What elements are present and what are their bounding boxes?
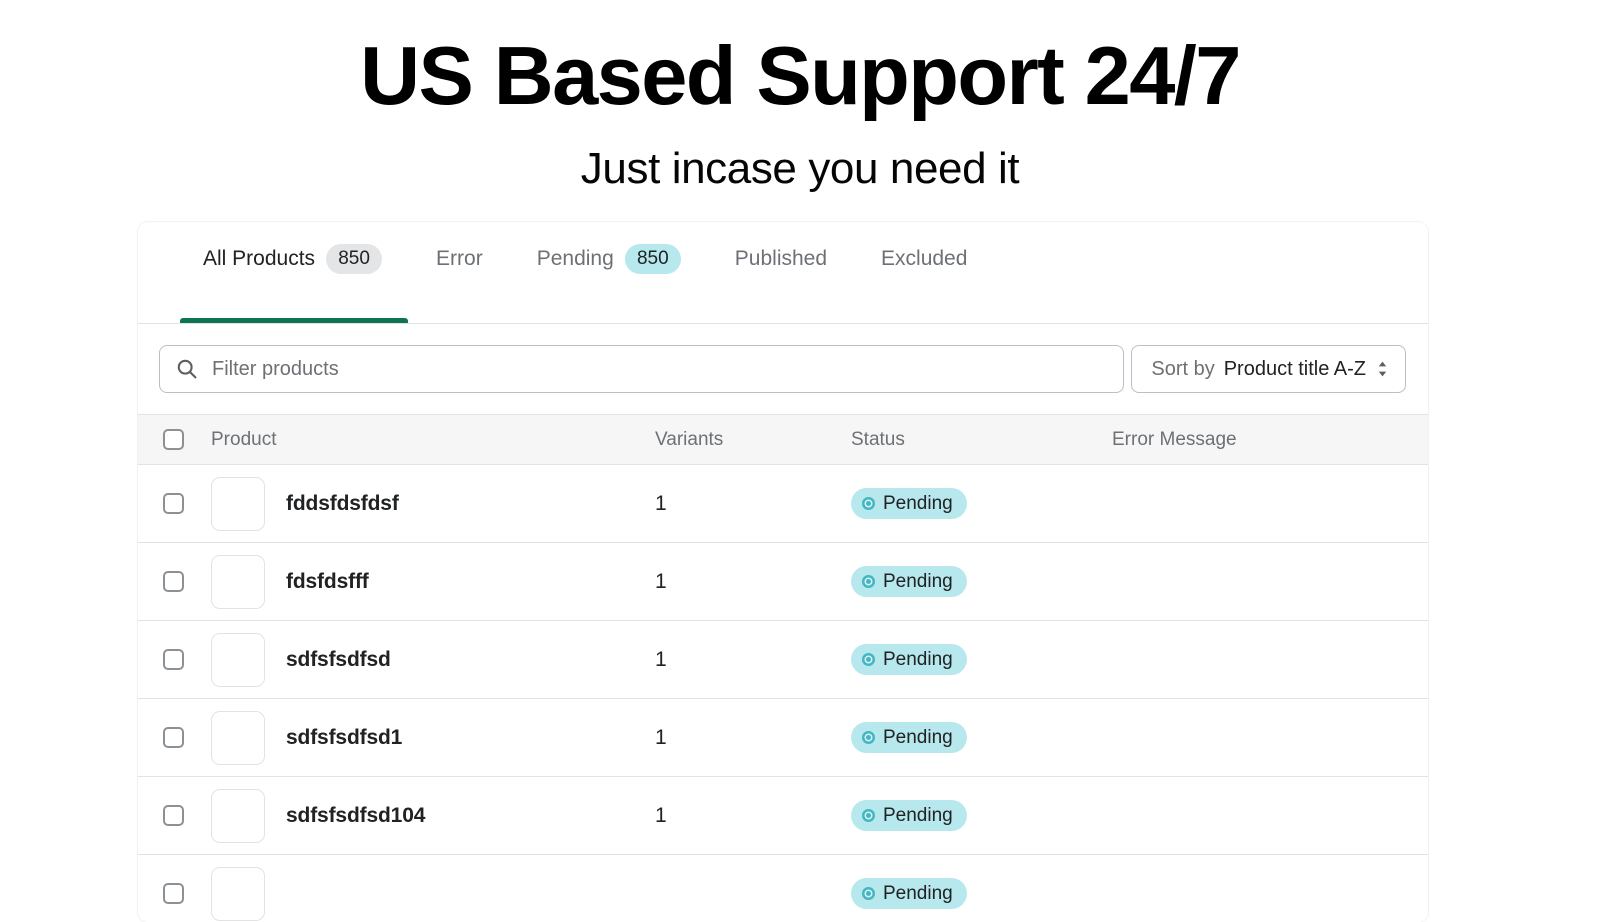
select-all-cell: [138, 429, 211, 450]
product-name: fdsfdsfff: [286, 569, 369, 593]
row-select-cell: [138, 493, 211, 514]
status-badge: Pending: [851, 488, 967, 519]
column-header-product: Product: [211, 428, 277, 450]
status-badge: Pending: [851, 566, 967, 597]
tab-pending[interactable]: Pending 850: [510, 222, 708, 323]
row-checkbox[interactable]: [163, 571, 184, 592]
tab-excluded-label: Excluded: [881, 246, 968, 270]
product-thumbnail: [211, 866, 265, 921]
status-label: Pending: [883, 648, 953, 670]
table-row[interactable]: sdfsfsdfsd1 1 Pending: [138, 699, 1428, 777]
product-name: sdfsfsdfsd104: [286, 803, 426, 827]
status-badge: Pending: [851, 722, 967, 753]
status-label: Pending: [883, 726, 953, 748]
page-title: US Based Support 24/7: [360, 29, 1241, 122]
status-label: Pending: [883, 882, 953, 904]
row-select-cell: [138, 805, 211, 826]
column-header-error-message: Error Message: [1112, 428, 1237, 450]
row-select-cell: [138, 727, 211, 748]
row-status-cell: Pending: [851, 878, 1112, 909]
row-select-cell: [138, 883, 211, 904]
status-dot-icon: [862, 653, 875, 666]
tab-error[interactable]: Error: [409, 222, 510, 323]
column-header-variants: Variants: [655, 428, 724, 450]
row-product-cell: [211, 866, 655, 921]
status-dot-icon: [862, 575, 875, 588]
table-row[interactable]: Pending: [138, 855, 1428, 922]
tab-error-label: Error: [436, 246, 483, 270]
table-row[interactable]: fddsfdsfdsf 1 Pending: [138, 465, 1428, 543]
search-field-wrapper: [159, 345, 1125, 393]
product-thumbnail: [211, 554, 265, 609]
product-thumbnail: [211, 710, 265, 765]
tab-bar: All Products 850 Error Pending 850 Publi…: [138, 222, 1428, 324]
table-header-row: Product Variants Status Error Message: [138, 414, 1428, 465]
table-row[interactable]: sdfsfsdfsd104 1 Pending: [138, 777, 1428, 855]
tab-all-products-count: 850: [326, 243, 383, 274]
row-product-cell: sdfsfsdfsd104: [211, 788, 655, 843]
product-thumbnail: [211, 788, 265, 843]
product-name: sdfsfsdfsd: [286, 647, 391, 671]
row-checkbox[interactable]: [163, 493, 184, 514]
row-variants-cell: 1: [655, 725, 667, 749]
status-dot-icon: [862, 809, 875, 822]
row-product-cell: sdfsfsdfsd1: [211, 710, 655, 765]
status-dot-icon: [862, 497, 875, 510]
search-input[interactable]: [159, 345, 1125, 393]
row-status-cell: Pending: [851, 722, 1112, 753]
status-badge: Pending: [851, 644, 967, 675]
row-product-cell: sdfsfsdfsd: [211, 632, 655, 687]
tab-pending-count: 850: [624, 243, 681, 274]
sort-by-select[interactable]: Sort by Product title A-Z: [1131, 345, 1406, 393]
stepper-updown-icon: [1375, 358, 1390, 380]
row-variants-cell: 1: [655, 647, 667, 671]
product-thumbnail: [211, 632, 265, 687]
row-status-cell: Pending: [851, 800, 1112, 831]
row-checkbox[interactable]: [163, 727, 184, 748]
column-header-status: Status: [851, 428, 905, 450]
row-status-cell: Pending: [851, 644, 1112, 675]
product-name: sdfsfsdfsd1: [286, 725, 403, 749]
hero-section: US Based Support 24/7 Just incase you ne…: [0, 0, 1600, 193]
row-checkbox[interactable]: [163, 883, 184, 904]
table-row[interactable]: sdfsfsdfsd 1 Pending: [138, 621, 1428, 699]
row-checkbox[interactable]: [163, 805, 184, 826]
tab-all-products[interactable]: All Products 850: [179, 222, 409, 323]
row-product-cell: fdsfdsfff: [211, 554, 655, 609]
page-subtitle: Just incase you need it: [580, 143, 1020, 193]
product-thumbnail: [211, 476, 265, 531]
tab-pending-label: Pending: [536, 246, 614, 270]
row-status-cell: Pending: [851, 488, 1112, 519]
tab-all-products-label: All Products: [203, 246, 316, 270]
tab-excluded[interactable]: Excluded: [854, 222, 994, 323]
status-dot-icon: [862, 887, 875, 900]
row-status-cell: Pending: [851, 566, 1112, 597]
row-variants-cell: 1: [655, 569, 667, 593]
status-label: Pending: [883, 570, 953, 592]
sort-by-value: Product title A-Z: [1223, 357, 1366, 380]
sort-by-label: Sort by: [1151, 357, 1215, 380]
row-variants-cell: 1: [655, 803, 667, 827]
tab-published-label: Published: [734, 246, 828, 270]
status-badge: Pending: [851, 878, 967, 909]
row-checkbox[interactable]: [163, 649, 184, 670]
status-dot-icon: [862, 731, 875, 744]
row-variants-cell: 1: [655, 491, 667, 515]
filter-bar: Sort by Product title A-Z: [138, 324, 1428, 414]
product-name: fddsfdsfdsf: [286, 491, 399, 515]
table-row[interactable]: fdsfdsfff 1 Pending: [138, 543, 1428, 621]
row-select-cell: [138, 649, 211, 670]
select-all-checkbox[interactable]: [163, 429, 184, 450]
tab-published[interactable]: Published: [708, 222, 854, 323]
row-select-cell: [138, 571, 211, 592]
row-product-cell: fddsfdsfdsf: [211, 476, 655, 531]
status-label: Pending: [883, 492, 953, 514]
products-table: Product Variants Status Error Message fd…: [138, 414, 1428, 922]
status-label: Pending: [883, 804, 953, 826]
status-badge: Pending: [851, 800, 967, 831]
products-card: All Products 850 Error Pending 850 Publi…: [138, 222, 1428, 922]
